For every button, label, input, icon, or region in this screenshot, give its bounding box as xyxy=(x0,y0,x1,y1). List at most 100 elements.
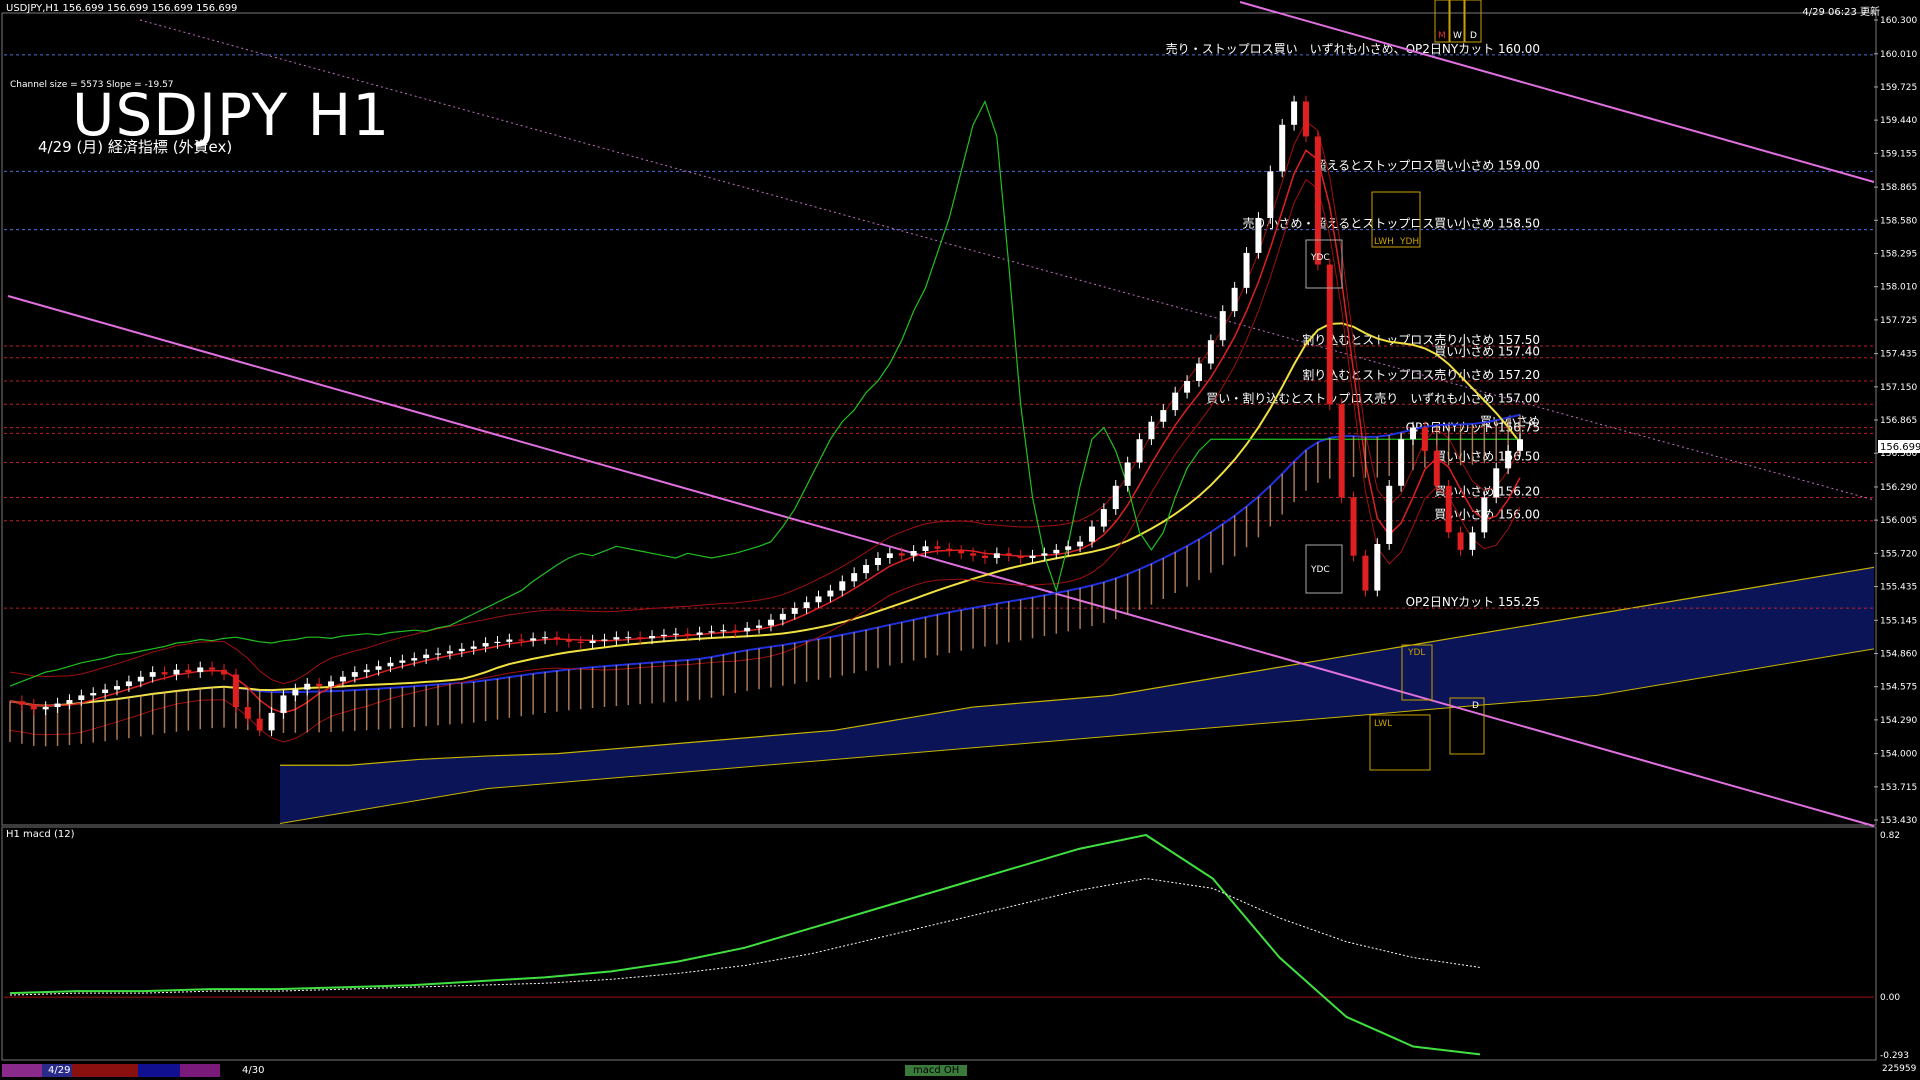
candle-body xyxy=(542,637,549,639)
candle-body xyxy=(161,672,168,675)
symbol-info: USDJPY,H1 156.699 156.699 156.699 156.69… xyxy=(6,3,238,14)
y-tick-label: 153.430 xyxy=(1880,816,1917,826)
candle-body xyxy=(518,639,525,641)
candle-body xyxy=(1065,546,1072,550)
macd-tick-label: 0.82 xyxy=(1880,831,1900,841)
candle-body xyxy=(1314,136,1321,265)
candle-body xyxy=(553,637,560,640)
candle-body xyxy=(304,683,311,690)
y-tick-label: 156.290 xyxy=(1880,483,1917,493)
bottom-time-bar: 4/29 4/30 macd OH xyxy=(0,1062,1880,1080)
candle-body xyxy=(958,551,965,554)
candle-body xyxy=(660,634,667,637)
macd-tick-label: -0.293 xyxy=(1880,1051,1909,1061)
candle-body xyxy=(1326,264,1333,405)
ydl-label: YDL xyxy=(1407,648,1425,658)
candle-body xyxy=(268,712,275,731)
candle-body xyxy=(1267,171,1274,218)
candle-body xyxy=(803,602,810,609)
candle-body xyxy=(815,596,822,603)
candle-body xyxy=(328,681,335,687)
price-chart[interactable]: 売り・ストップロス買い いずれも小さめ、OP2日NYカット 160.00 超えると… xyxy=(0,0,1920,1080)
candle-body xyxy=(1041,553,1048,556)
level-label: 売り・ストップロス買い いずれも小さめ、OP2日NYカット 160.00 xyxy=(1166,41,1540,56)
d-label-lower: D xyxy=(1472,701,1479,711)
candle-body xyxy=(756,625,763,628)
ydc-label-lower: YDC xyxy=(1310,565,1330,575)
candle-body xyxy=(981,555,988,558)
current-price-label: 156.699 xyxy=(1880,442,1920,453)
candle-body xyxy=(1017,555,1024,558)
candle-body xyxy=(946,548,953,552)
candle-body xyxy=(625,637,632,639)
y-tick-label: 159.155 xyxy=(1880,149,1917,159)
candle-body xyxy=(1421,427,1428,451)
candle-body xyxy=(1386,485,1393,545)
candle-body xyxy=(1517,439,1523,451)
candle-body xyxy=(423,654,430,659)
y-tick-label: 155.720 xyxy=(1880,549,1917,559)
candle-body xyxy=(720,630,727,632)
date-label-1: 4/29 xyxy=(48,1065,71,1076)
y-tick-label: 154.000 xyxy=(1880,750,1917,760)
candle-body xyxy=(244,707,251,719)
candle-body xyxy=(125,681,132,687)
y-tick-label: 154.290 xyxy=(1880,716,1917,726)
candle-body xyxy=(779,613,786,620)
candle-body xyxy=(339,676,346,682)
lwl-label: LWL xyxy=(1374,719,1392,729)
candle-body xyxy=(922,546,929,552)
candle-body xyxy=(1433,450,1440,486)
candle-body xyxy=(1088,526,1095,542)
macd-legend: macd OH xyxy=(905,1065,968,1076)
candle-body xyxy=(530,638,537,641)
candle-body xyxy=(435,653,442,655)
macd-label: H1 macd (12) xyxy=(6,829,75,840)
candle-body xyxy=(197,667,204,673)
candle-body xyxy=(565,639,572,642)
candle-body xyxy=(316,683,323,687)
candle-body xyxy=(839,581,846,591)
candle-body xyxy=(482,642,489,647)
candle-body xyxy=(54,703,61,708)
candle-body xyxy=(1112,485,1119,510)
candle-body xyxy=(744,627,751,632)
candle-body xyxy=(874,557,881,565)
candle-body xyxy=(149,672,156,677)
candle-body xyxy=(185,669,192,673)
level-label: 買い小さめ 156.50 xyxy=(1434,450,1540,464)
candle-body xyxy=(1457,532,1464,550)
level-label: OP2日NYカット 155.25 xyxy=(1406,595,1540,609)
level-label: 割り込むとストップロス売り小さめ 157.20 xyxy=(1302,367,1540,382)
candle-body xyxy=(1445,485,1452,533)
candle-body xyxy=(114,686,121,690)
d-label: D xyxy=(1470,31,1477,41)
candle-body xyxy=(1243,252,1250,288)
m-label: M xyxy=(1438,31,1446,41)
candle-body xyxy=(1100,509,1107,527)
candle-body xyxy=(399,660,406,663)
candle-body xyxy=(173,669,180,675)
candle-body xyxy=(910,551,917,556)
candle-body xyxy=(1505,450,1512,469)
candle-body xyxy=(1350,497,1357,556)
y-tick-label: 154.575 xyxy=(1880,683,1917,693)
candle-body xyxy=(506,639,513,642)
candle-body xyxy=(292,689,299,696)
candle-body xyxy=(280,695,287,713)
candle-body xyxy=(601,639,608,641)
candle-body xyxy=(256,718,263,731)
level-label: 買い・割り込むとストップロス売り いずれも小さめ 157.00 xyxy=(1206,390,1540,405)
candle-body xyxy=(1398,439,1405,486)
candle-body xyxy=(1077,541,1084,547)
time-segment-4 xyxy=(138,1064,180,1077)
candle-body xyxy=(1481,497,1488,533)
candle-body xyxy=(446,651,453,654)
candle-body xyxy=(494,641,501,643)
candle-body xyxy=(470,646,477,649)
candle-body xyxy=(1053,549,1060,554)
candle-body xyxy=(387,662,394,667)
y-tick-label: 157.435 xyxy=(1880,350,1917,360)
candle-body xyxy=(613,637,620,640)
candle-body xyxy=(970,553,977,556)
